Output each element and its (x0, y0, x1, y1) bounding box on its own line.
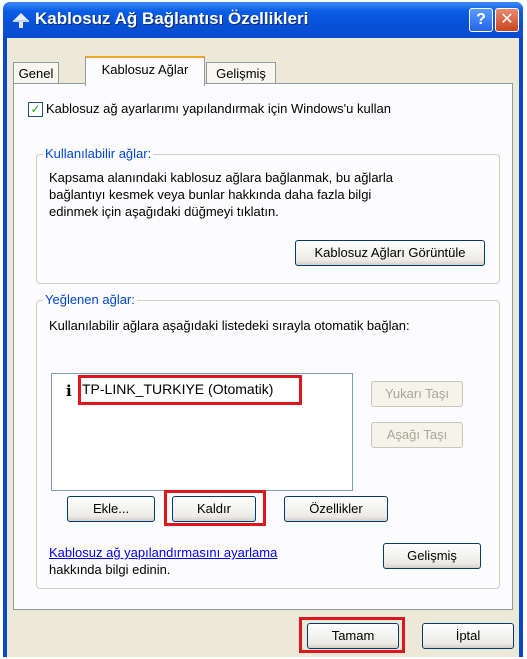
tab-panel: ✓ Kablosuz ağ ayarlarımı yapılandırmak i… (13, 83, 513, 610)
available-text-line-1: Kapsama alanındaki kablosuz ağlara bağla… (49, 170, 393, 185)
tab-kablosuz-aglar[interactable]: Kablosuz Ağlar (85, 56, 205, 86)
properties-button[interactable]: Özellikler (284, 496, 388, 522)
cancel-button[interactable]: İptal (422, 623, 514, 649)
network-icon (13, 13, 29, 28)
learn-more-link[interactable]: Kablosuz ağ yapılandırmasını ayarlama (49, 545, 277, 560)
tab-gelismis[interactable]: Gelişmiş (206, 62, 276, 84)
move-up-button[interactable]: Yukarı Taşı (371, 381, 463, 407)
available-text-line-2: bağlantıyı kesmek veya bunlar hakkında d… (49, 187, 372, 202)
close-button[interactable]: ✕ (495, 8, 519, 32)
use-windows-checkbox[interactable]: ✓ (28, 102, 43, 117)
available-networks-legend: Kullanılabilir ağlar: (43, 146, 154, 161)
help-button[interactable]: ? (469, 8, 493, 32)
advanced-button[interactable]: Gelişmiş (383, 543, 481, 569)
use-windows-label: Kablosuz ağ ayarlarımı yapılandırmak içi… (46, 101, 391, 116)
preferred-networks-group: Yeğlenen ağlar: Kullanılabilir ağlara aş… (36, 292, 500, 589)
title-bar[interactable]: Kablosuz Ağ Bağlantısı Özellikleri ? ✕ (3, 2, 523, 38)
add-button[interactable]: Ekle... (67, 496, 155, 522)
highlight-ok (299, 617, 405, 653)
dialog-client: Genel Kablosuz Ağlar Gelişmiş ✓ Kablosuz… (7, 38, 519, 657)
highlight-network (78, 375, 302, 405)
available-text-line-3: edinmek için aşağıdaki düğmeyi tıklatın. (49, 204, 279, 219)
dialog-window: Kablosuz Ağ Bağlantısı Özellikleri ? ✕ G… (3, 2, 523, 657)
preferred-networks-legend: Yeğlenen ağlar: (43, 292, 137, 307)
preferred-description: Kullanılabilir ağlara aşağıdaki listedek… (49, 318, 410, 333)
highlight-remove (164, 490, 266, 526)
move-down-button[interactable]: Aşağı Taşı (371, 422, 463, 448)
check-icon: ✓ (30, 102, 41, 116)
antenna-icon: i (66, 382, 72, 400)
available-networks-group: Kullanılabilir ağlar: Kapsama alanındaki… (36, 146, 500, 284)
view-wireless-networks-button[interactable]: Kablosuz Ağları Görüntüle (295, 240, 485, 266)
tab-genel[interactable]: Genel (13, 62, 59, 84)
learn-more-text: hakkında bilgi edinin. (49, 562, 171, 577)
window-title: Kablosuz Ağ Bağlantısı Özellikleri (35, 9, 309, 28)
